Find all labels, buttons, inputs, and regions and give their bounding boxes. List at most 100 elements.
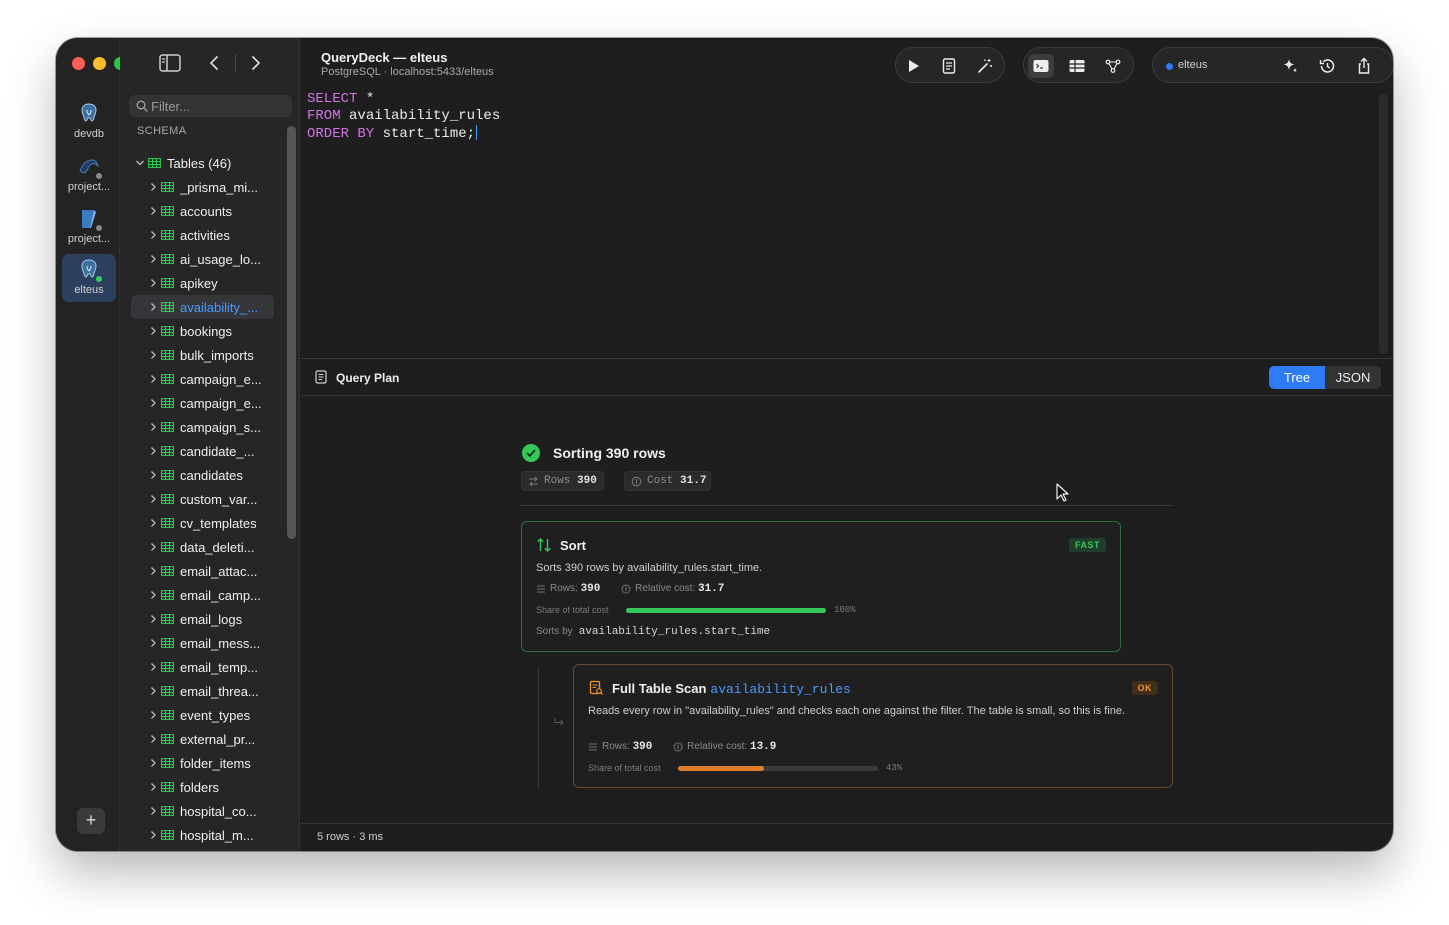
table-item[interactable]: email_attac...: [120, 559, 286, 583]
minimize-window-button[interactable]: [93, 57, 106, 70]
table-item[interactable]: hospital_m...: [120, 823, 286, 847]
sidebar-scrollbar[interactable]: [287, 126, 296, 539]
table-item[interactable]: email_threa...: [120, 679, 286, 703]
table-name: campaign_s...: [180, 419, 261, 435]
connection-status-dot: [96, 225, 102, 231]
table-icon: [161, 614, 174, 624]
table-item[interactable]: bulk_imports: [120, 343, 286, 367]
table-item[interactable]: _prisma_mi...: [120, 175, 286, 199]
filter-box: [129, 95, 292, 117]
share-button[interactable]: [1351, 54, 1377, 78]
editor-line: ORDER BY start_time;: [307, 125, 1378, 143]
table-item[interactable]: cv_templates: [120, 511, 286, 535]
table-name: campaign_e...: [180, 371, 262, 387]
table-item[interactable]: email_camp...: [120, 583, 286, 607]
filter-input[interactable]: [151, 98, 287, 114]
table-item-selected[interactable]: availability_...: [131, 295, 274, 319]
environment-name[interactable]: elteus: [1178, 59, 1207, 71]
json-view-toggle[interactable]: JSON: [1325, 366, 1381, 389]
window-controls: [72, 57, 127, 70]
chevron-right-icon: [151, 807, 156, 815]
explain-query-button[interactable]: [972, 54, 998, 78]
rows-stat-label: Rows:: [550, 583, 578, 594]
cost-stat-value: 13.9: [749, 741, 777, 753]
chevron-right-icon: [151, 711, 156, 719]
table-item[interactable]: data_deleti...: [120, 535, 286, 559]
chevron-right-icon: [151, 783, 156, 791]
close-window-button[interactable]: [72, 57, 85, 70]
rows-chip-label: Rows: [544, 475, 571, 487]
plan-node-sort[interactable]: Sort FAST Sorts 390 rows by availability…: [521, 521, 1121, 652]
table-item[interactable]: event_types: [120, 703, 286, 727]
table-item[interactable]: email_logs: [120, 607, 286, 631]
add-connection-button[interactable]: +: [77, 808, 105, 834]
table-name: email_camp...: [180, 587, 261, 603]
table-item[interactable]: campaign_s...: [120, 415, 286, 439]
table-item[interactable]: folders: [120, 775, 286, 799]
list-icon: [537, 585, 545, 593]
child-arrow-icon: [554, 718, 564, 726]
table-icon: [161, 278, 174, 288]
table-item[interactable]: accounts: [120, 199, 286, 223]
table-icon: [161, 494, 174, 504]
back-icon[interactable]: [203, 52, 227, 74]
connection-project-sqlite[interactable]: project...: [62, 203, 116, 251]
table-item[interactable]: candidates: [120, 463, 286, 487]
chevron-right-icon: [151, 183, 156, 191]
chevron-right-icon: [151, 495, 156, 503]
table-icon: [161, 734, 174, 744]
table-item[interactable]: activities: [120, 223, 286, 247]
connection-elteus[interactable]: elteus: [62, 254, 116, 302]
terminal-icon: [1033, 60, 1049, 72]
search-icon: [136, 100, 148, 112]
chevron-right-icon: [151, 591, 156, 599]
table-item[interactable]: campaign_e...: [120, 367, 286, 391]
table-view-button[interactable]: [1064, 54, 1090, 78]
schema-sidebar: SCHEMA Tables (46) _prisma_mi... accounts…: [120, 38, 300, 851]
run-query-button[interactable]: [900, 54, 926, 78]
table-item[interactable]: hospital_co...: [120, 799, 286, 823]
cost-share-bar: [678, 766, 878, 771]
chevron-right-icon: [151, 375, 156, 383]
tree-view-toggle[interactable]: Tree: [1269, 366, 1325, 389]
magic-wand-icon: [978, 59, 992, 73]
cost-share-percent: 43%: [886, 763, 903, 773]
chevron-right-icon: [151, 207, 156, 215]
window-title: QueryDeck — elteus: [321, 50, 448, 65]
tables-group[interactable]: Tables (46): [120, 151, 286, 175]
console-view-button[interactable]: [1028, 54, 1054, 78]
table-item[interactable]: apikey: [120, 271, 286, 295]
table-item[interactable]: campaign_e...: [120, 391, 286, 415]
table-item[interactable]: custom_var...: [120, 487, 286, 511]
table-item[interactable]: candidate_...: [120, 439, 286, 463]
sql-editor[interactable]: SELECT * FROM availability_rules ORDER B…: [301, 86, 1378, 358]
table-item[interactable]: email_mess...: [120, 631, 286, 655]
table-icon: [161, 806, 174, 816]
table-name: hospital_co...: [180, 803, 257, 819]
node-relation[interactable]: availability_rules: [710, 682, 850, 697]
table-name: cv_templates: [180, 515, 257, 531]
connection-project-mysql[interactable]: project...: [62, 151, 116, 199]
table-item[interactable]: email_temp...: [120, 655, 286, 679]
table-icon: [161, 374, 174, 384]
sql-text: *: [357, 91, 375, 107]
sidebar-toggle-icon[interactable]: [158, 52, 182, 74]
postgres-icon: [81, 103, 97, 122]
table-item[interactable]: ai_usage_lo...: [120, 247, 286, 271]
table-item[interactable]: external_pr...: [120, 727, 286, 751]
format-query-button[interactable]: [936, 54, 962, 78]
ai-assistant-button[interactable]: [1277, 54, 1303, 78]
connection-label: devdb: [74, 128, 104, 140]
table-item[interactable]: bookings: [120, 319, 286, 343]
table-name: bulk_imports: [180, 347, 254, 363]
diagram-view-button[interactable]: [1100, 54, 1126, 78]
table-item[interactable]: folder_items: [120, 751, 286, 775]
table-icon: [161, 230, 174, 240]
connection-devdb[interactable]: devdb: [62, 98, 116, 146]
speed-badge: OK: [1131, 681, 1158, 695]
cost-share-fill: [626, 608, 826, 613]
editor-scrollbar[interactable]: [1379, 94, 1388, 354]
forward-icon[interactable]: [243, 52, 267, 74]
history-button[interactable]: [1314, 54, 1340, 78]
plan-node-seq-scan[interactable]: Full Table Scan availability_rules OK Rea…: [573, 664, 1173, 788]
